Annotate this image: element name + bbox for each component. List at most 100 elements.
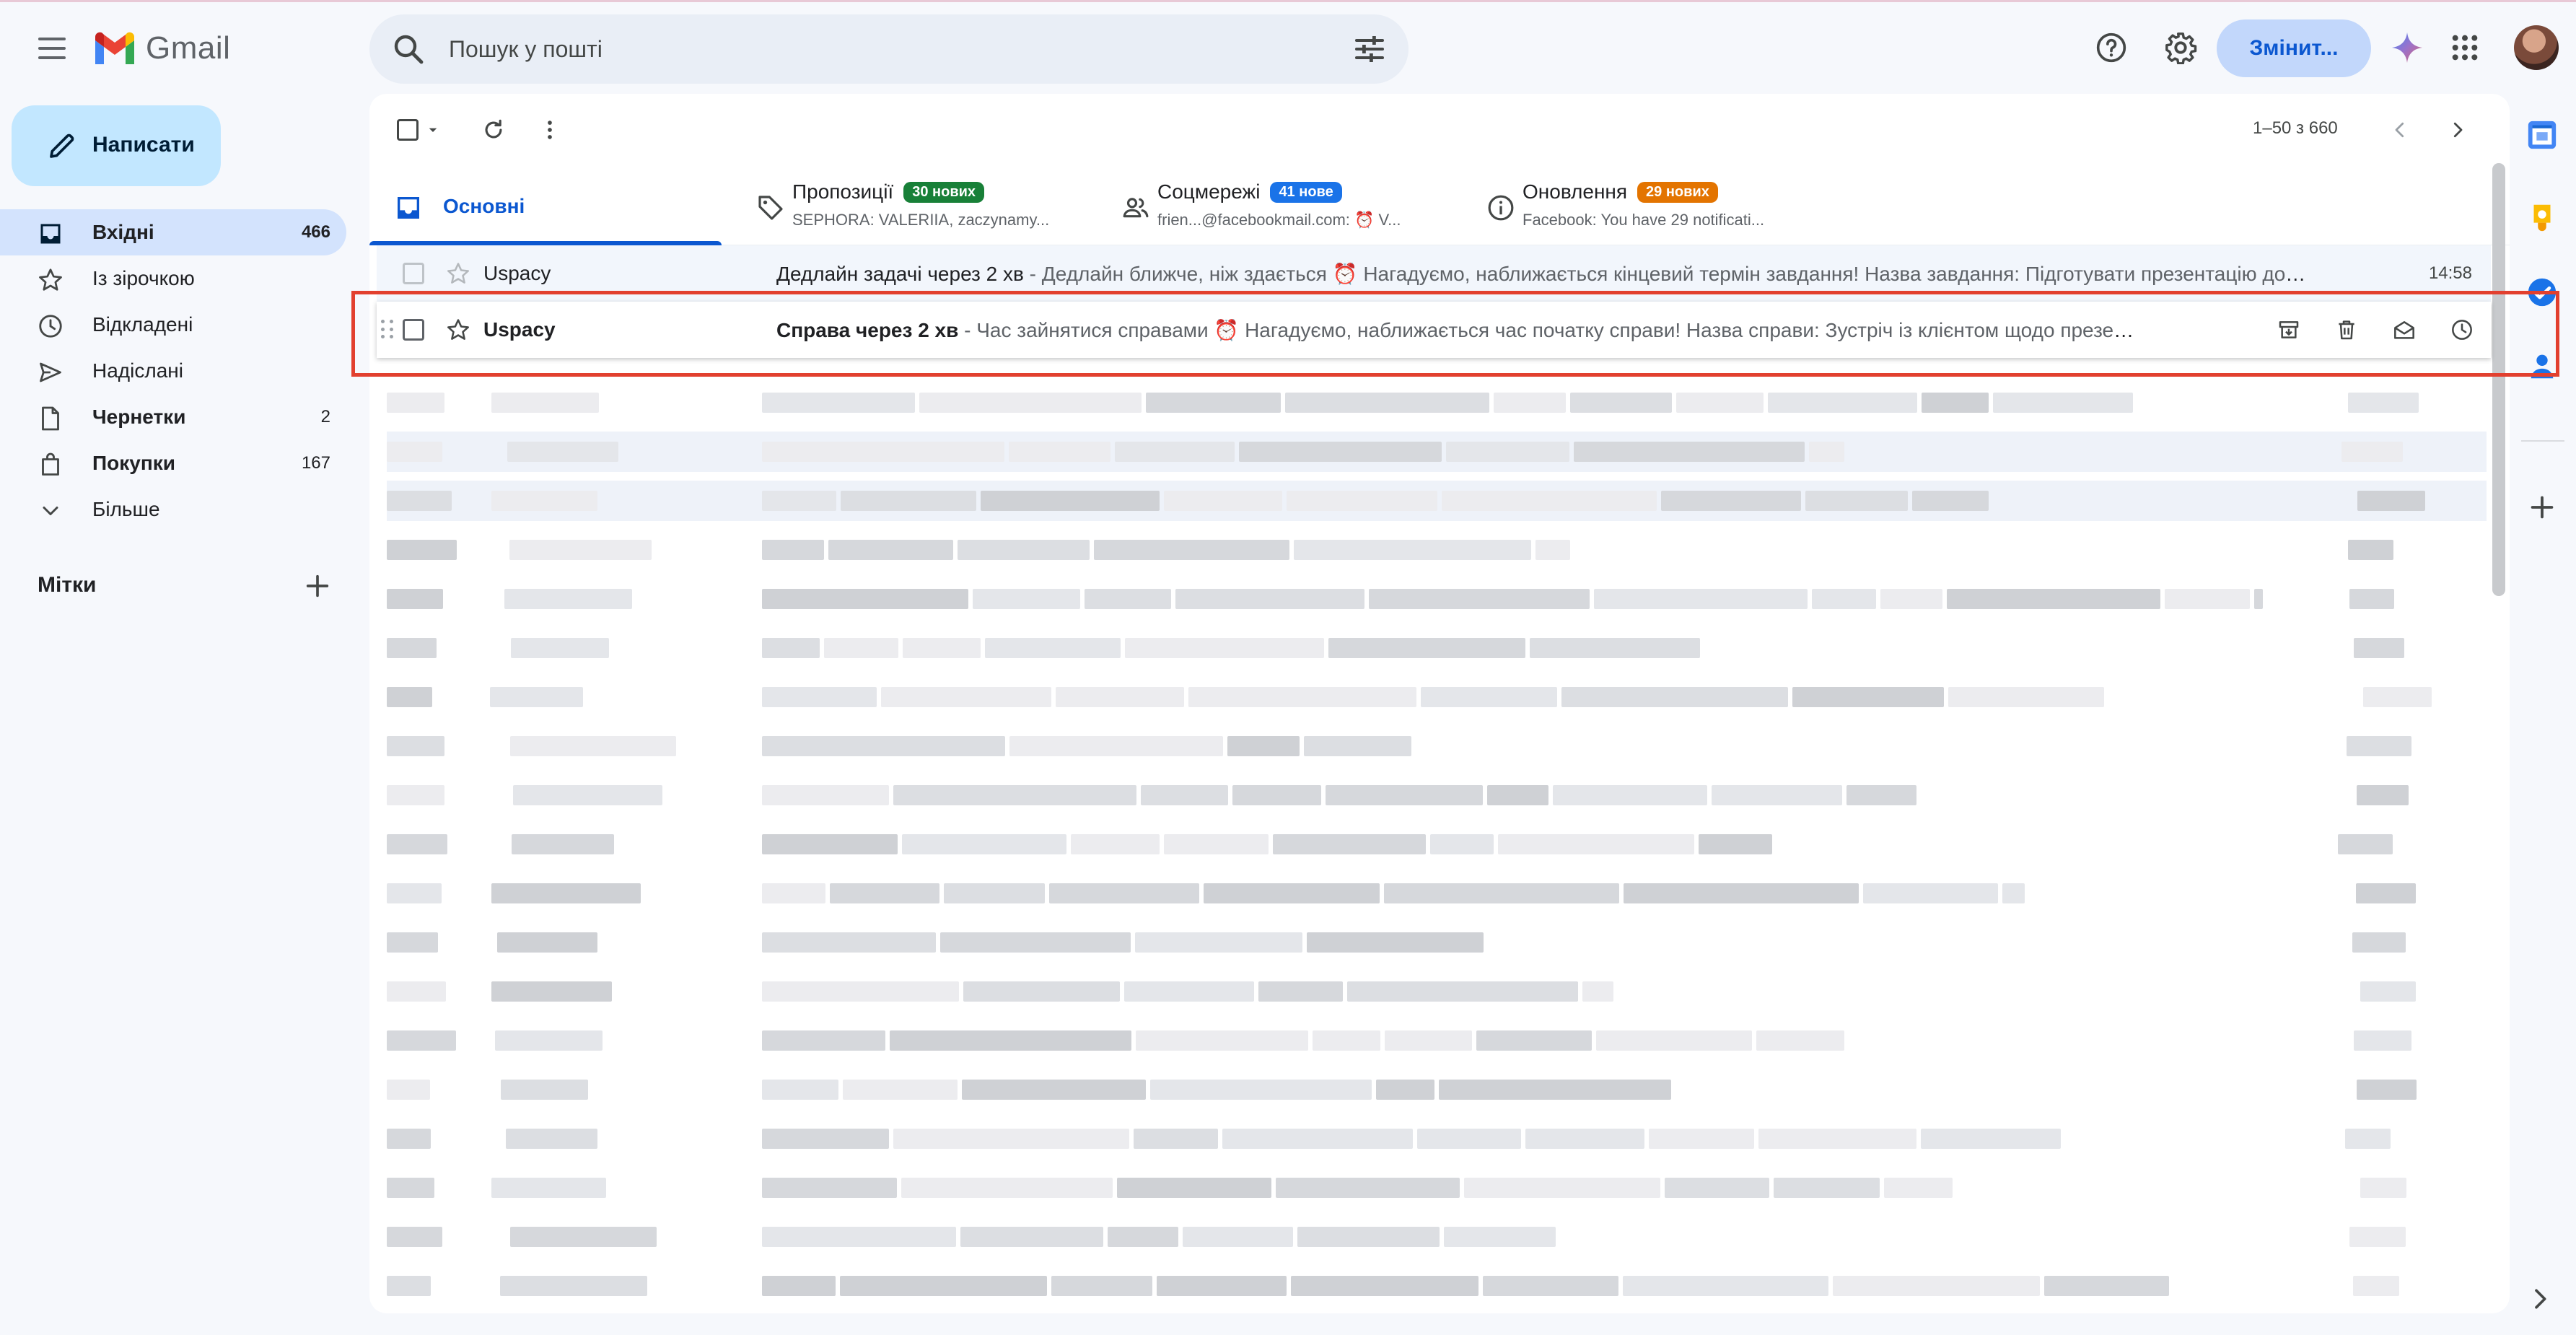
- chevron-left-icon[interactable]: [2383, 113, 2417, 147]
- top-bar: Gmail Змінит...: [0, 2, 2576, 93]
- sidebar-item-snoozed[interactable]: Відкладені: [0, 302, 346, 348]
- search-bar[interactable]: [369, 14, 1409, 84]
- sidebar-item-sent[interactable]: Надіслані: [0, 348, 346, 394]
- sidebar-nav: Вхідні 466 Із зірочкою Відкладені Надісл…: [0, 209, 361, 533]
- row-checkbox[interactable]: [403, 319, 424, 341]
- star-icon[interactable]: [446, 318, 470, 342]
- row-checkbox[interactable]: [403, 263, 424, 284]
- obscured-block: [501, 1080, 588, 1100]
- refresh-icon[interactable]: [476, 113, 511, 147]
- obscured-block: [1009, 442, 1110, 462]
- select-all-checkbox[interactable]: [395, 113, 420, 147]
- search-input[interactable]: [449, 32, 1300, 66]
- obscured-block: [491, 883, 641, 903]
- email-sender: Uspacy: [483, 318, 556, 341]
- obscured-block: [491, 491, 598, 511]
- email-row[interactable]: Uspacy Справа через 2 хв - Час зайнятися…: [377, 302, 2491, 358]
- add-app-icon[interactable]: [2525, 491, 2559, 524]
- clock-icon: [39, 315, 62, 338]
- obscured-block: [890, 1030, 1131, 1051]
- obscured-block: [881, 687, 1052, 707]
- obscured-block: [1135, 932, 1303, 953]
- tab-primary[interactable]: Основні: [369, 166, 722, 245]
- obscured-block: [2353, 1276, 2399, 1296]
- tab-social[interactable]: Соцмережі 41 нове frien...@facebookmail.c…: [1100, 166, 1460, 245]
- obscured-block: [1525, 1129, 1644, 1149]
- sidebar-item-starred[interactable]: Із зірочкою: [0, 255, 346, 302]
- obscured-block: [1561, 687, 1789, 707]
- obscured-block: [762, 687, 877, 707]
- sidebar-item-label: Покупки: [92, 452, 175, 474]
- sidebar-item-more[interactable]: Більше: [0, 486, 346, 533]
- add-label-icon[interactable]: [303, 572, 332, 600]
- obscured-block: [1258, 981, 1343, 1002]
- obscured-block: [2338, 834, 2393, 854]
- sidebar-item-purchases[interactable]: Покупки 167: [0, 440, 346, 486]
- settings-icon[interactable]: [2162, 29, 2199, 66]
- tab-updates[interactable]: Оновлення 29 нових Facebook: You have 29 …: [1465, 166, 1826, 245]
- tab-preview: Facebook: You have 29 notificati...: [1523, 211, 1765, 229]
- obscured-block: [1482, 1276, 1618, 1296]
- apps-icon[interactable]: [2446, 29, 2484, 66]
- menu-icon[interactable]: [32, 28, 72, 69]
- star-icon[interactable]: [446, 261, 470, 286]
- obscured-block: [1114, 442, 1235, 462]
- obscured-row: [387, 382, 2487, 423]
- obscured-block: [2349, 1227, 2406, 1247]
- obscured-block: [387, 736, 444, 756]
- drag-handle-icon[interactable]: [381, 320, 395, 340]
- help-icon[interactable]: [2093, 29, 2130, 66]
- obscured-block: [1141, 785, 1228, 805]
- obscured-block: [1699, 834, 1772, 854]
- obscured-block: [902, 834, 1067, 854]
- select-options-dropdown-icon[interactable]: [424, 113, 442, 147]
- obscured-row: [387, 579, 2487, 619]
- tab-label: Соцмережі: [1157, 180, 1261, 203]
- obscured-block: [1573, 442, 1805, 462]
- tab-label: Основні: [443, 195, 525, 217]
- email-subject: Дедлайн задачі через 2 хв: [776, 262, 1024, 285]
- avatar[interactable]: [2514, 25, 2559, 70]
- sidebar-item-label: Більше: [92, 498, 160, 520]
- gmail-logo[interactable]: Gmail: [92, 27, 230, 70]
- obscured-block: [762, 638, 820, 658]
- mark-read-icon[interactable]: [2390, 315, 2419, 344]
- app-name: Gmail: [146, 30, 231, 66]
- search-options-icon[interactable]: [1352, 32, 1387, 66]
- archive-icon[interactable]: [2274, 315, 2303, 344]
- chevron-right-icon[interactable]: [2440, 113, 2475, 147]
- sidebar-item-inbox[interactable]: Вхідні 466: [0, 209, 346, 255]
- obscured-block: [2360, 981, 2417, 1002]
- upgrade-button[interactable]: Змінит...: [2217, 19, 2371, 77]
- obscured-block: [1182, 1227, 1294, 1247]
- obscured-block: [2347, 540, 2394, 560]
- more-options-icon[interactable]: [533, 113, 567, 147]
- obscured-block: [1275, 1178, 1460, 1198]
- sidebar-item-drafts[interactable]: Чернетки 2: [0, 394, 346, 440]
- tab-promotions[interactable]: Пропозиції 30 нових SEPHORA: VALERIIA, za…: [735, 166, 1095, 245]
- obscured-row: [387, 1020, 2487, 1061]
- tasks-icon[interactable]: [2525, 276, 2559, 309]
- obscured-block: [1346, 981, 1578, 1002]
- obscured-block: [1326, 785, 1483, 805]
- obscured-block: [762, 883, 825, 903]
- snooze-icon[interactable]: [2448, 315, 2476, 344]
- calendar-icon[interactable]: [2525, 118, 2559, 152]
- keep-icon[interactable]: [2525, 201, 2559, 234]
- obscured-block: [1134, 1129, 1219, 1149]
- delete-icon[interactable]: [2332, 315, 2361, 344]
- scrollbar[interactable]: [2492, 163, 2505, 596]
- gemini-icon[interactable]: [2388, 29, 2426, 66]
- contacts-icon[interactable]: [2525, 349, 2559, 382]
- obscured-block: [2345, 1129, 2391, 1149]
- obscured-block: [1846, 785, 1916, 805]
- obscured-row: [387, 481, 2487, 521]
- obscured-block: [387, 1030, 456, 1051]
- search-icon[interactable]: [391, 32, 426, 66]
- obscured-block: [901, 1178, 1113, 1198]
- compose-button[interactable]: Написати: [12, 105, 221, 186]
- obscured-block: [1272, 834, 1427, 854]
- obscured-block: [1430, 834, 1494, 854]
- chevron-right-icon[interactable]: [2525, 1284, 2559, 1318]
- email-row[interactable]: Uspacy Дедлайн задачі через 2 хв - Дедла…: [377, 245, 2491, 302]
